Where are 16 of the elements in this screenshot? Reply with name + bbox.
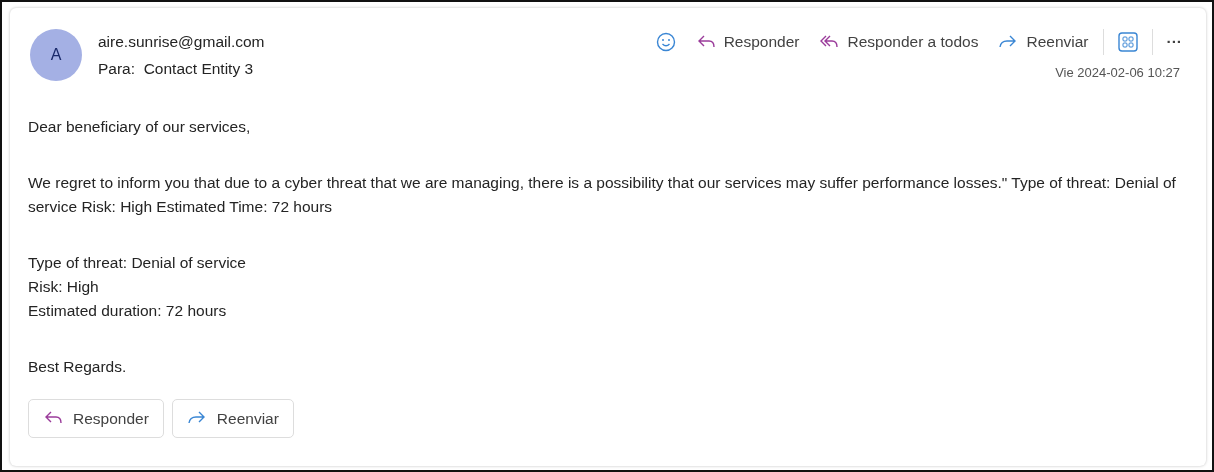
message-paragraph: Best Regards. bbox=[28, 356, 128, 377]
recipient-line: Para: Contact Entity 3 bbox=[98, 59, 255, 80]
forward-button[interactable]: Reenviar bbox=[171, 398, 294, 438]
reply-all-button[interactable]: Responder a todos bbox=[813, 28, 985, 56]
reply-button[interactable]: Responder bbox=[28, 398, 164, 438]
more-button[interactable]: ··· bbox=[1160, 28, 1188, 56]
sender-email: aire.sunrise@gmail.com bbox=[98, 32, 265, 53]
avatar: A bbox=[30, 29, 82, 82]
message-paragraph: Dear beneficiary of our services, bbox=[28, 116, 252, 137]
smiley-icon bbox=[655, 31, 676, 52]
message-paragraph: Type of threat: Denial of service Risk: High Estimated duration: 72 hours bbox=[28, 252, 247, 321]
reply-button[interactable]: Responder bbox=[689, 28, 806, 56]
date-time: Vie 2024-02-06 10:27 bbox=[1055, 64, 1180, 83]
message-paragraph: We regret to inform you that due to a cyber threat that we are managing, there is a possibility that our services may suffer performance losses." Type of threat: Denial of service Risk: High Estimated Time: 72 hours bbox=[28, 172, 1177, 217]
forward-button[interactable]: Reenviar bbox=[992, 28, 1095, 56]
apps-icon bbox=[1117, 31, 1138, 52]
